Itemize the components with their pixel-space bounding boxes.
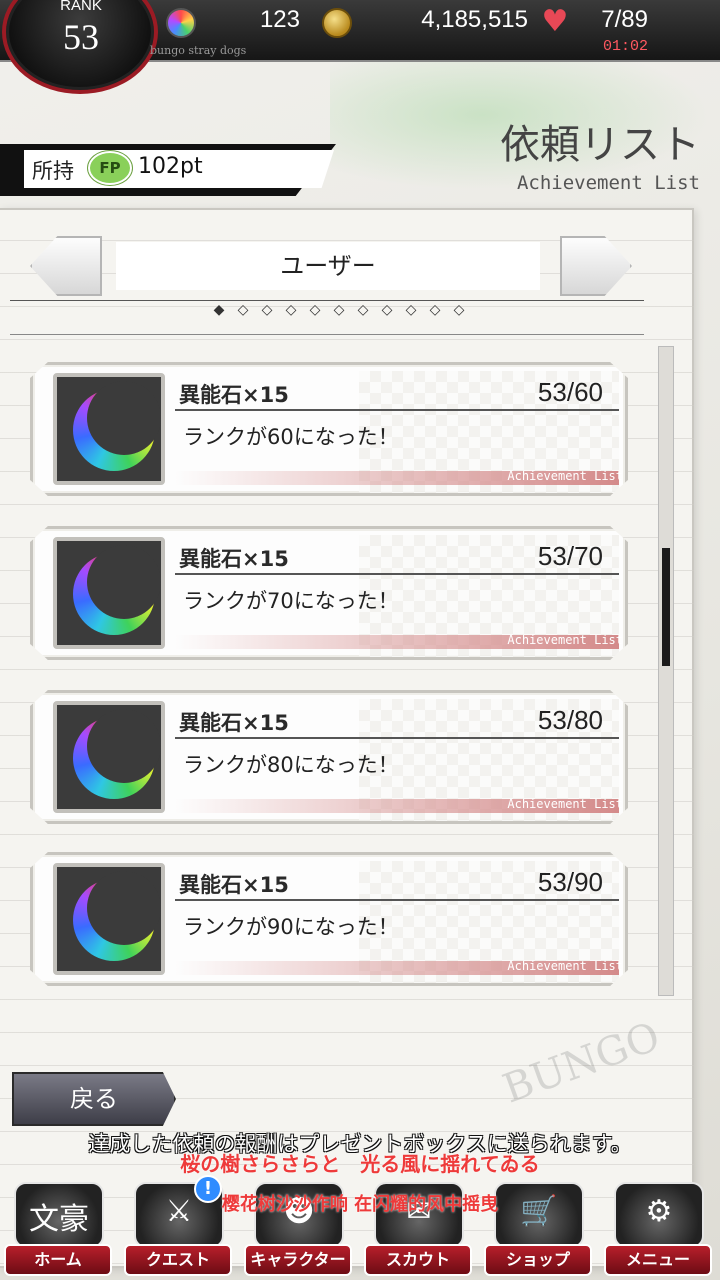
game-subtitle: bungo stray dogs [150, 44, 247, 57]
card-progress: 53/60 [537, 377, 603, 407]
card-strip-label: Achievement List [507, 469, 623, 483]
rank-label: RANK [60, 0, 102, 14]
nav-label: スカウト [364, 1244, 472, 1276]
status-bar: RANK 53 123 4,185,515 ♥ 7/89 01:02 bungo… [0, 0, 720, 94]
card-reward: 異能石×15 [179, 711, 289, 735]
gold-count: 4,185,515 [421, 6, 528, 33]
card-reward: 異能石×15 [179, 873, 289, 897]
reward-item-frame [53, 537, 165, 649]
nav-label: ショップ [484, 1244, 592, 1276]
card-divider [175, 899, 619, 901]
card-divider [175, 573, 619, 575]
reward-item-frame [53, 863, 165, 975]
category-label: ユーザー [116, 242, 540, 290]
page-dot: ◇ [237, 302, 249, 318]
rank-value: 53 [63, 17, 99, 57]
heart-icon: ♥ [541, 4, 569, 39]
card-description: ランクが60になった！ [183, 425, 399, 449]
page-dot: ◇ [405, 302, 417, 318]
card-description: ランクが80になった！ [183, 753, 399, 777]
back-button[interactable]: 戻る [12, 1072, 176, 1126]
card-strip-label: Achievement List [507, 959, 623, 973]
achievement-card[interactable]: 異能石×15 53/60 ランクが60になった！ Achievement Lis… [30, 362, 628, 496]
card-reward: 異能石×15 [179, 383, 289, 407]
divider [10, 334, 644, 335]
page-subtitle: Achievement List [516, 172, 700, 194]
page-dot: ◇ [357, 302, 369, 318]
ap-timer: 01:02 [602, 38, 648, 55]
nav-label: キャラクター [244, 1244, 352, 1276]
page-dot: ◇ [429, 302, 441, 318]
moon-stone-cut [87, 871, 161, 945]
fp-badge-icon: FP [88, 151, 132, 185]
page-dot: ◇ [285, 302, 297, 318]
nav-label: クエスト [124, 1244, 232, 1276]
fp-own-label: 所持 [32, 159, 74, 183]
ap-count: 7/89 [601, 6, 648, 33]
scrollbar-track[interactable] [658, 346, 674, 996]
subtitle-overlay-zh: 樱花树沙沙作响 在闪耀的风中摇曳 [221, 1194, 499, 1215]
card-description: ランクが90になった！ [183, 915, 399, 939]
achievement-card[interactable]: 異能石×15 53/80 ランクが80になった！ Achievement Lis… [30, 690, 628, 824]
card-divider [175, 409, 619, 411]
card-progress: 53/80 [537, 705, 603, 735]
nav-label: メニュー [604, 1244, 712, 1276]
subtitle-overlay-ja: 桜の樹さらさらと 光る風に揺れてゐる [180, 1152, 540, 1176]
page-dot: ◇ [453, 302, 465, 318]
card-progress: 53/90 [537, 867, 603, 897]
card-reward: 異能石×15 [179, 547, 289, 571]
reward-item-frame [53, 701, 165, 813]
achievement-card[interactable]: 異能石×15 53/90 ランクが90になった！ Achievement Lis… [30, 852, 628, 986]
nav-label: ホーム [4, 1244, 112, 1276]
ability-stone-icon [166, 8, 196, 38]
card-strip-label: Achievement List [507, 797, 623, 811]
moon-stone-cut [87, 545, 161, 619]
scrollbar-thumb[interactable] [662, 548, 670, 666]
card-divider [175, 737, 619, 739]
page-dot: ◇ [333, 302, 345, 318]
reward-item-frame [53, 373, 165, 485]
page-dot: ◇ [261, 302, 273, 318]
card-progress: 53/70 [537, 541, 603, 571]
achievement-card[interactable]: 異能石×15 53/70 ランクが70になった！ Achievement Lis… [30, 526, 628, 660]
fp-value: 102pt [138, 154, 203, 179]
card-description: ランクが70になった！ [183, 589, 399, 613]
divider [10, 300, 644, 301]
page-dot: ◆ [213, 302, 225, 318]
moon-stone-cut [87, 381, 161, 455]
coin-icon [322, 8, 352, 38]
page-indicator: ◆ ◇ ◇ ◇ ◇ ◇ ◇ ◇ ◇ ◇ ◇ [210, 302, 480, 322]
stone-count: 123 [259, 6, 300, 33]
moon-stone-cut [87, 709, 161, 783]
page-title: 依頼リスト [500, 122, 700, 168]
page-dot: ◇ [381, 302, 393, 318]
page-dot: ◇ [309, 302, 321, 318]
card-strip-label: Achievement List [507, 633, 623, 647]
